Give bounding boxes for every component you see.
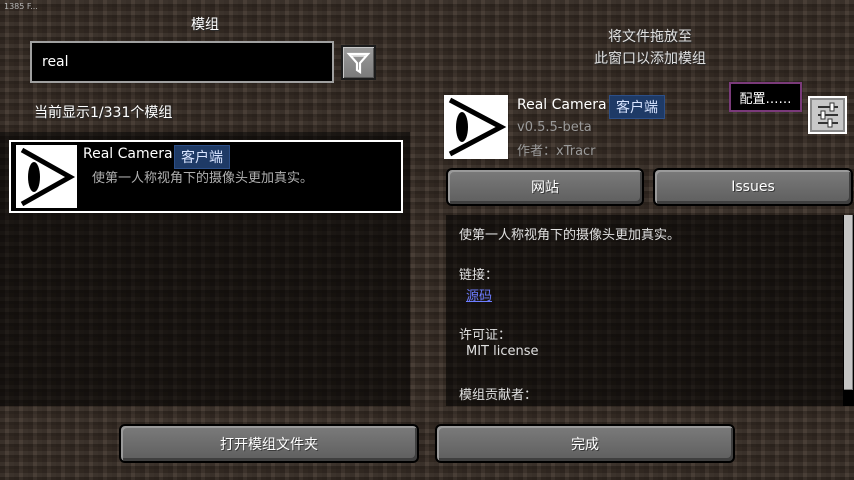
- drop-hint: 将文件拖放至 此窗口以添加模组: [470, 26, 830, 70]
- detail-mod-tag: 客户端: [609, 95, 665, 119]
- detail-description-panel: [446, 215, 854, 406]
- done-button[interactable]: 完成: [435, 424, 735, 463]
- search-input[interactable]: [32, 43, 332, 81]
- mod-list-item-name: Real Camera: [83, 146, 173, 162]
- source-link[interactable]: 源码: [466, 285, 492, 304]
- detail-description: 使第一人称视角下的摄像头更加真实。: [459, 228, 681, 243]
- detail-mod-version: v0.5.5-beta: [517, 120, 592, 135]
- website-button[interactable]: 网站: [446, 168, 644, 206]
- fps-counter: 1385 F...: [4, 2, 38, 11]
- eye-icon: [16, 145, 77, 208]
- settings-button[interactable]: [808, 96, 847, 134]
- drop-hint-line2: 此窗口以添加模组: [594, 51, 706, 67]
- mods-screen: 1385 F... 模组 将文件拖放至 此窗口以添加模组 当前显示1/331个模…: [0, 0, 854, 480]
- sliders-icon: [818, 102, 838, 128]
- mod-count: 当前显示1/331个模组: [34, 105, 173, 121]
- search-field[interactable]: [30, 41, 334, 83]
- license-label: 许可证：: [459, 328, 512, 343]
- mod-list-item-description: 使第一人称视角下的摄像头更加真实。: [92, 171, 314, 186]
- drop-hint-line1: 将文件拖放至: [608, 29, 692, 45]
- filter-button[interactable]: [341, 45, 376, 80]
- filter-icon: [346, 52, 371, 75]
- description-scrollbar-thumb[interactable]: [844, 215, 853, 390]
- config-button[interactable]: 配置……: [729, 82, 802, 112]
- open-mods-folder-button[interactable]: 打开模组文件夹: [119, 424, 419, 463]
- issues-button[interactable]: Issues: [653, 168, 853, 206]
- contributors-label: 模组贡献者：: [459, 388, 538, 403]
- page-title: 模组: [191, 17, 219, 33]
- eye-icon: [444, 95, 508, 159]
- mod-list-item-tag: 客户端: [174, 145, 230, 169]
- detail-mod-name: Real Camera: [517, 97, 607, 113]
- detail-mod-author: 作者：xTracr: [517, 144, 596, 159]
- license-value: MIT license: [466, 344, 539, 359]
- links-label: 链接：: [459, 268, 499, 283]
